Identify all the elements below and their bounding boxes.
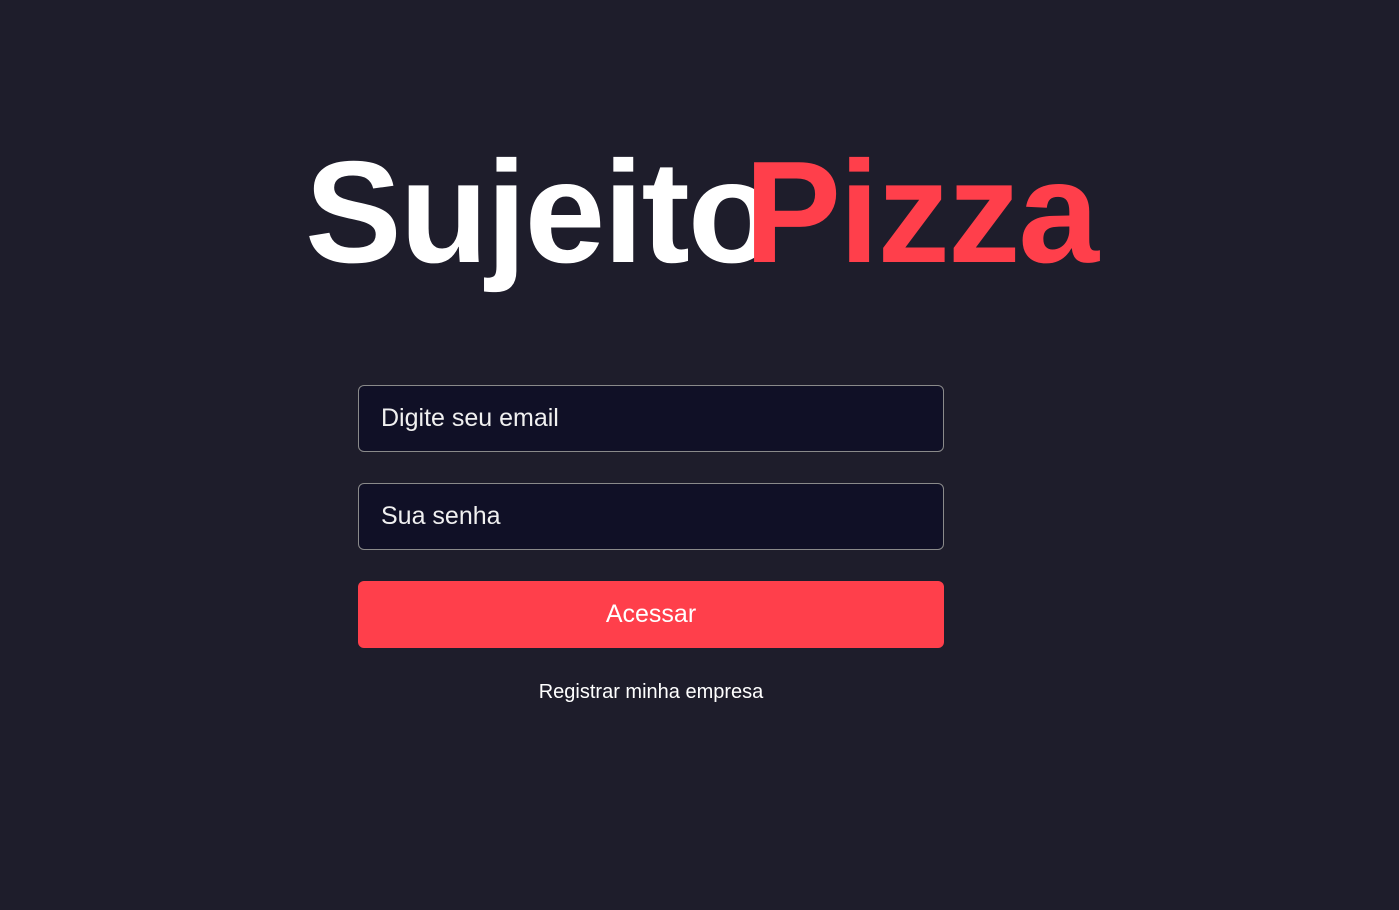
logo: SujeitoPizza (305, 140, 1099, 285)
login-button[interactable]: Acessar (358, 581, 944, 648)
logo-text-pizza: Pizza (744, 131, 1099, 293)
login-form: Acessar Registrar minha empresa (358, 385, 944, 704)
email-input[interactable] (358, 385, 944, 452)
register-company-link[interactable]: Registrar minha empresa (358, 681, 944, 704)
password-input[interactable] (358, 483, 944, 550)
logo-text-sujeito: Sujeito (305, 131, 776, 293)
